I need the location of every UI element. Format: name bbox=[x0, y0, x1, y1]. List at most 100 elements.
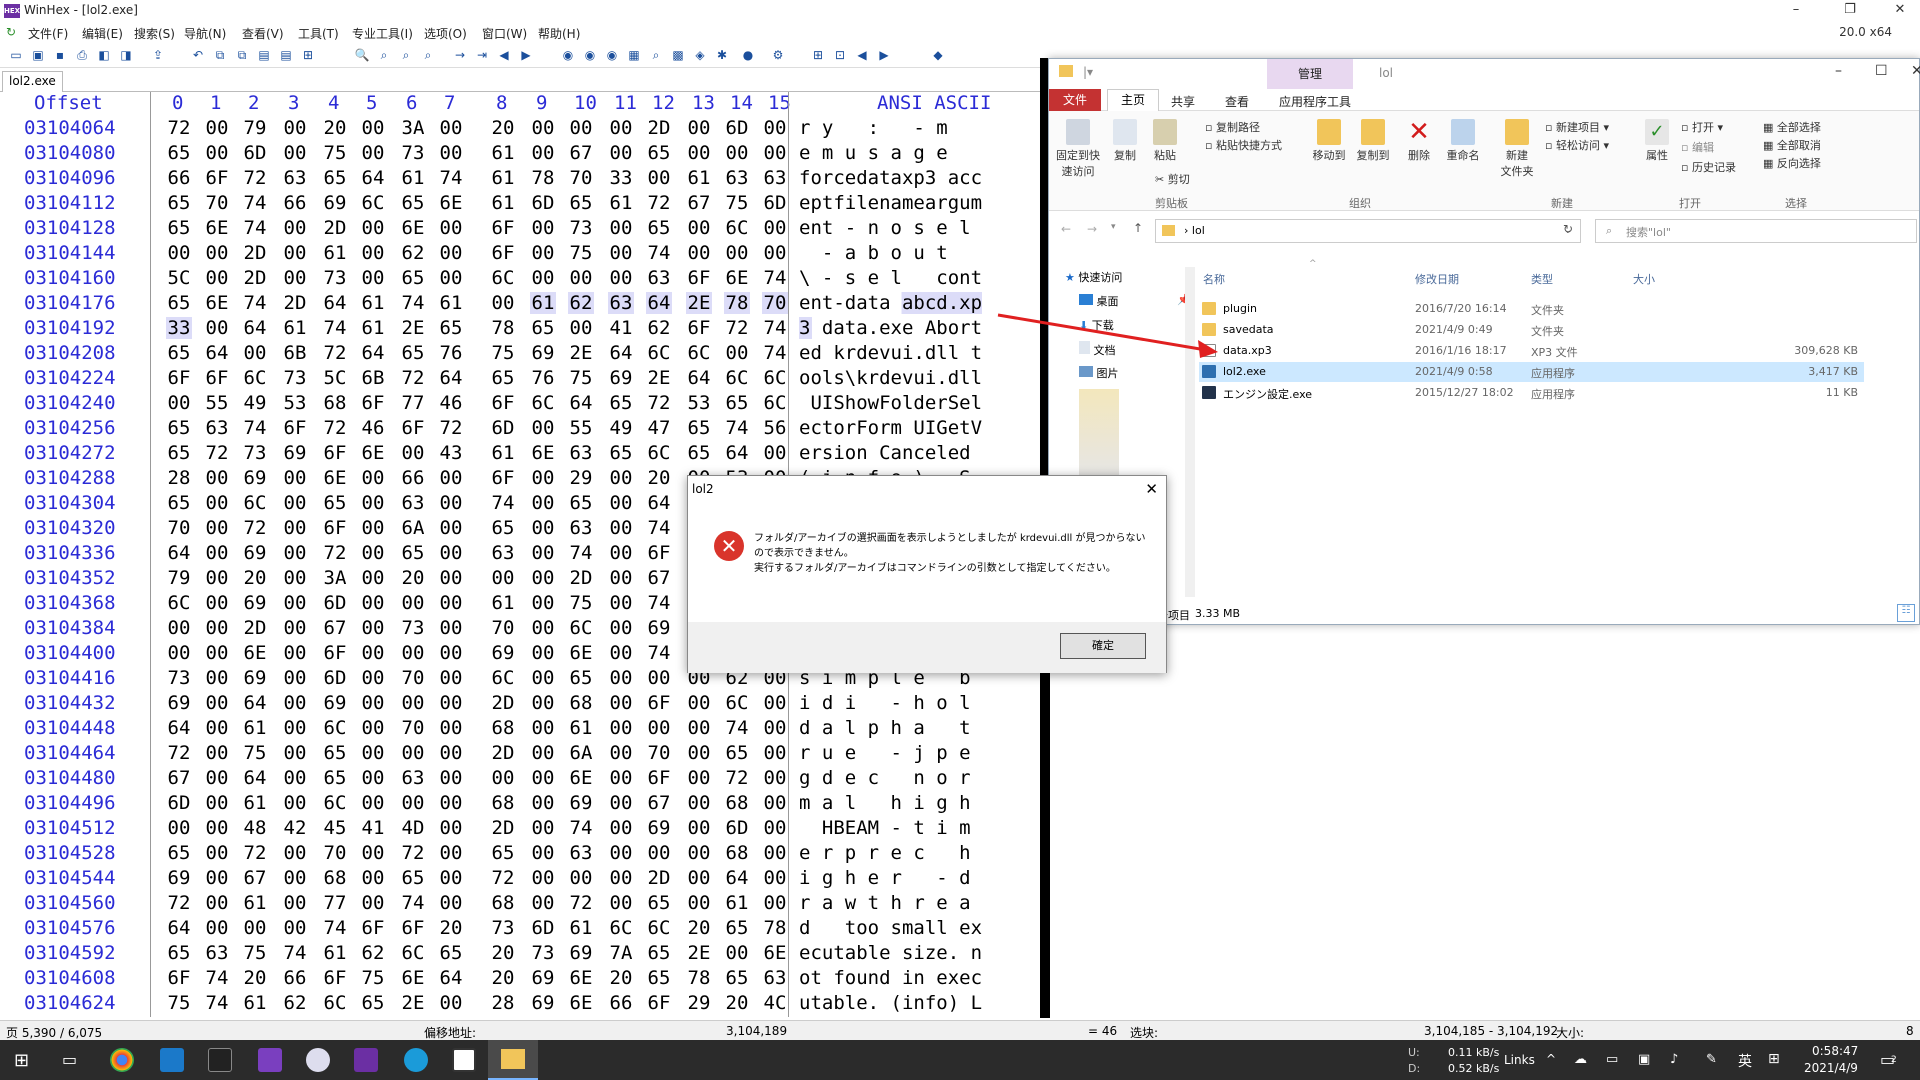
hex-byte[interactable]: 69 bbox=[490, 642, 516, 664]
hex-byte[interactable]: 64 bbox=[166, 917, 192, 939]
hex-byte[interactable]: 00 bbox=[204, 667, 230, 689]
hex-byte[interactable]: 65 bbox=[360, 992, 386, 1014]
dialog-close-button[interactable]: ✕ bbox=[1145, 480, 1158, 498]
hex-byte[interactable]: 2D bbox=[490, 817, 516, 839]
hex-byte[interactable]: 20 bbox=[242, 967, 268, 989]
move-to-button[interactable]: 移动到 bbox=[1307, 119, 1351, 163]
ascii-text[interactable]: ools\krdevui.dll bbox=[799, 367, 982, 389]
column-type[interactable]: 类型 bbox=[1531, 271, 1553, 287]
hex-byte[interactable]: 64 bbox=[360, 167, 386, 189]
hex-byte[interactable]: 6D bbox=[724, 117, 750, 139]
ascii-text[interactable]: r y : - m bbox=[799, 117, 948, 139]
hex-row[interactable]: 03104608 6F 74 20 66 6F 75 6E 64 20 69 6E 20 65 78 65 63… bbox=[0, 967, 1040, 992]
hex-row[interactable]: 03104224 6F 6F 6C 73 5C 6B 72 64 65 76 75 69 2E 64 6C 6C… bbox=[0, 367, 1040, 392]
undo-icon[interactable]: ↶ bbox=[190, 47, 206, 63]
tab-home[interactable]: 主页 bbox=[1107, 89, 1159, 111]
hex-byte[interactable]: 6E bbox=[360, 442, 386, 464]
hex-byte[interactable]: 00 bbox=[360, 842, 386, 864]
hex-byte[interactable]: 00 bbox=[282, 467, 308, 489]
hex-byte[interactable]: 00 bbox=[530, 667, 556, 689]
hex-byte[interactable]: 6F bbox=[490, 392, 516, 414]
hex-byte[interactable]: 2D bbox=[242, 617, 268, 639]
copy-path-button[interactable]: ▫ 复制路径 bbox=[1205, 119, 1260, 135]
hex-row[interactable]: 03104192 33 00 64 61 74 61 2E 65 78 65 00 41 62 6F 72 74… bbox=[0, 317, 1040, 342]
hex-byte[interactable]: 65 bbox=[646, 942, 672, 964]
hex-byte[interactable]: 6F bbox=[322, 442, 348, 464]
paste-icon[interactable]: ▤ bbox=[256, 47, 272, 63]
ascii-text[interactable]: ent - n o s e l bbox=[799, 217, 982, 239]
hex-byte[interactable]: 00 bbox=[762, 692, 788, 714]
hex-byte[interactable]: 65 bbox=[724, 917, 750, 939]
app3-icon[interactable] bbox=[452, 1048, 476, 1072]
hex-byte[interactable]: 6F bbox=[646, 992, 672, 1014]
hex-byte[interactable]: 00 bbox=[438, 742, 464, 764]
hex-byte[interactable]: 00 bbox=[204, 867, 230, 889]
hex-byte[interactable]: 73 bbox=[490, 917, 516, 939]
hex-byte[interactable]: 46 bbox=[360, 417, 386, 439]
easy-access-button[interactable]: ▫ 轻松访问 ▾ bbox=[1545, 137, 1609, 153]
hex-byte[interactable]: 00 bbox=[360, 592, 386, 614]
options-icon[interactable]: ⚙ bbox=[770, 47, 786, 63]
hex-byte[interactable]: 62 bbox=[400, 242, 426, 264]
hex-byte[interactable]: 00 bbox=[762, 117, 788, 139]
hex-byte[interactable]: 75 bbox=[360, 967, 386, 989]
hex-byte[interactable]: 00 bbox=[166, 392, 192, 414]
hex-byte[interactable]: 00 bbox=[608, 117, 634, 139]
hex-byte[interactable]: 00 bbox=[530, 142, 556, 164]
hex-byte[interactable]: 75 bbox=[568, 592, 594, 614]
hex-byte[interactable]: 75 bbox=[242, 942, 268, 964]
file-row[interactable]: plugin 2016/7/20 16:14 文件夹 bbox=[1199, 299, 1864, 319]
hex-byte[interactable]: 75 bbox=[568, 242, 594, 264]
hex-byte[interactable]: 64 bbox=[204, 342, 230, 364]
hex-byte[interactable]: 6E bbox=[242, 642, 268, 664]
hex-byte[interactable]: 6C bbox=[242, 367, 268, 389]
hex-byte[interactable]: 2E bbox=[646, 367, 672, 389]
hex-row[interactable]: 03104528 65 00 72 00 70 00 72 00 65 00 63 00 00 00 68 00… bbox=[0, 842, 1040, 867]
hex-byte[interactable]: 6F bbox=[166, 967, 192, 989]
hex-byte[interactable]: 2E bbox=[686, 292, 712, 314]
hex-byte[interactable]: 00 bbox=[438, 217, 464, 239]
hex-byte[interactable]: 00 bbox=[204, 267, 230, 289]
hex-byte[interactable]: 75 bbox=[568, 367, 594, 389]
hex-byte[interactable]: 75 bbox=[490, 342, 516, 364]
hex-byte[interactable]: 6C bbox=[724, 217, 750, 239]
hex-byte[interactable]: 00 bbox=[530, 567, 556, 589]
hex-byte[interactable]: 65 bbox=[724, 742, 750, 764]
hex-byte[interactable]: 64 bbox=[242, 767, 268, 789]
file-row[interactable]: lol2.exe 2021/4/9 0:58 应用程序 3,417 KB bbox=[1199, 362, 1864, 382]
hex-byte[interactable]: 61 bbox=[490, 192, 516, 214]
hex-byte[interactable]: 2E bbox=[400, 317, 426, 339]
hex-byte[interactable]: 6C bbox=[322, 792, 348, 814]
hex-byte[interactable]: 2D bbox=[646, 867, 672, 889]
hex-byte[interactable]: 74 bbox=[568, 542, 594, 564]
hex-byte[interactable]: 72 bbox=[568, 892, 594, 914]
hex-byte[interactable]: 3A bbox=[322, 567, 348, 589]
hex-byte[interactable]: 73 bbox=[282, 367, 308, 389]
disk-icon[interactable]: ◉ bbox=[560, 47, 576, 63]
hex-byte[interactable]: 72 bbox=[724, 767, 750, 789]
hex-byte[interactable]: 6F bbox=[322, 642, 348, 664]
hex-byte[interactable]: 00 bbox=[608, 767, 634, 789]
ascii-text[interactable]: 3 data.exe Abort bbox=[799, 317, 983, 339]
back-icon[interactable]: ← bbox=[1061, 222, 1071, 236]
forward-icon[interactable]: ▶ bbox=[518, 47, 534, 63]
hex-byte[interactable]: 72 bbox=[724, 317, 750, 339]
hex-byte[interactable]: 64 bbox=[686, 367, 712, 389]
hex-byte[interactable]: 6F bbox=[646, 542, 672, 564]
hex-byte[interactable]: 00 bbox=[686, 742, 712, 764]
hex-byte[interactable]: 00 bbox=[360, 467, 386, 489]
hex-byte[interactable]: 00 bbox=[282, 117, 308, 139]
hex-byte[interactable]: 6F bbox=[204, 367, 230, 389]
hex-byte[interactable]: 65 bbox=[400, 267, 426, 289]
replace-text-icon[interactable]: ⌕ bbox=[398, 47, 414, 63]
paste-shortcut-button[interactable]: ▫ 粘贴快捷方式 bbox=[1205, 137, 1282, 153]
hex-byte[interactable]: 00 bbox=[762, 717, 788, 739]
copy-button[interactable]: 复制 bbox=[1105, 119, 1145, 163]
hex-byte[interactable]: 00 bbox=[686, 892, 712, 914]
hex-byte[interactable]: 49 bbox=[608, 417, 634, 439]
sync-icon[interactable]: ☁ bbox=[1574, 1052, 1587, 1067]
hex-byte[interactable]: 00 bbox=[490, 767, 516, 789]
hex-byte[interactable]: 00 bbox=[530, 217, 556, 239]
hex-byte[interactable]: 00 bbox=[360, 892, 386, 914]
hex-byte[interactable]: 61 bbox=[242, 892, 268, 914]
